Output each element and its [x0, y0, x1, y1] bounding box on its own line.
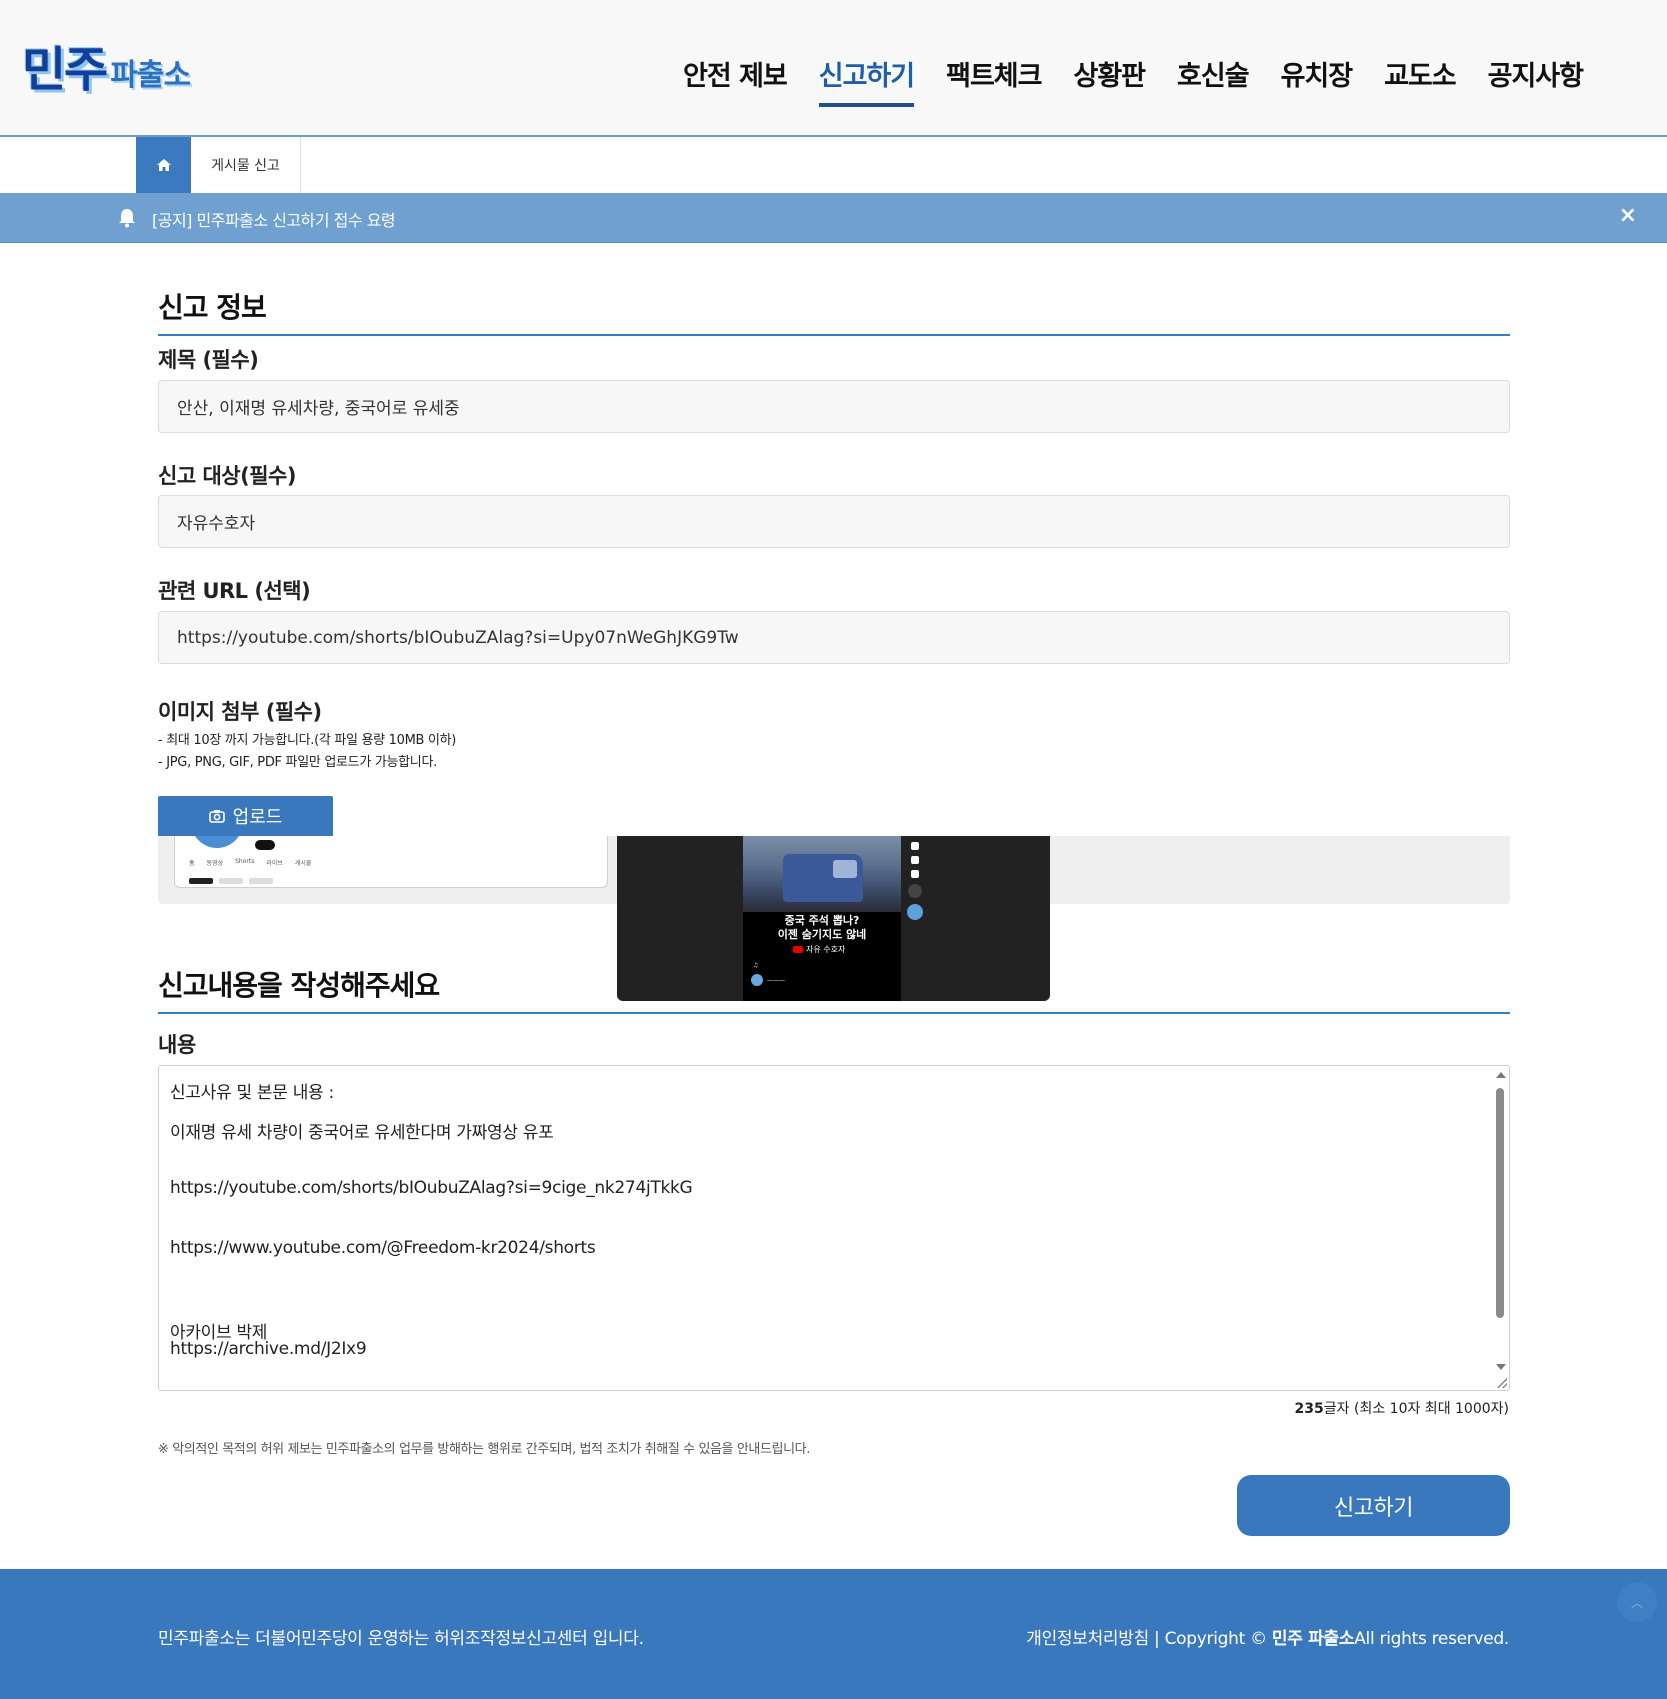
title-label: 제목 (필수): [158, 348, 259, 372]
nav-safety-report[interactable]: 안전 제보: [667, 48, 803, 103]
footer-brand: 민주 파출소: [1271, 1629, 1355, 1649]
channel-tabs: 홈 동영상 Shorts 라이브 게시물: [189, 858, 312, 867]
breadcrumb-home[interactable]: [136, 137, 191, 193]
video-action-icons: [905, 842, 925, 920]
content-line: https://www.youtube.com/@Freedom-kr2024/…: [170, 1238, 596, 1258]
youtube-icon: [793, 946, 803, 953]
chevron-up-icon: ︿: [1630, 1595, 1643, 1610]
channel-avatar: [191, 836, 243, 848]
scroll-to-top-button[interactable]: ︿: [1617, 1582, 1657, 1622]
content-label: 내용: [158, 1033, 196, 1057]
main-nav: 안전 제보 신고하기 팩트체크 상황판 호신술 유치장 교도소 공지사항: [667, 48, 1599, 107]
site-footer: 민주파출소는 더불어민주당이 운영하는 허위조작정보신고센터 입니다. 개인정보…: [0, 1569, 1667, 1699]
char-counter: 235글자 (최소 10자 최대 1000자): [1295, 1398, 1509, 1418]
more-icon: [908, 884, 922, 898]
video-caption: 중국 주석 뽑나? 이젠 숨기지도 않네: [777, 914, 867, 941]
footer-description: 민주파출소는 더불어민주당이 운영하는 허위조작정보신고센터 입니다.: [158, 1629, 644, 1649]
submit-report-button[interactable]: 신고하기: [1237, 1475, 1510, 1536]
logo-sub-text: 파출소: [110, 58, 191, 93]
notice-text[interactable]: [공지] 민주파출소 신고하기 접수 요령: [152, 207, 396, 231]
resize-handle-icon[interactable]: [1497, 1378, 1507, 1388]
url-input[interactable]: https://youtube.com/shorts/bIOubuZAlag?s…: [158, 611, 1510, 664]
target-label: 신고 대상(필수): [158, 464, 296, 488]
content-line: https://archive.md/J2Ix9: [170, 1339, 367, 1359]
upload-button-label: 업로드: [232, 807, 283, 828]
copyright-prefix: Copyright ©: [1164, 1629, 1267, 1649]
nav-fact-check[interactable]: 팩트체크: [930, 48, 1057, 103]
content-line: https://youtube.com/shorts/bIOubuZAlag?s…: [170, 1178, 693, 1198]
channel-avatar-icon: [907, 904, 923, 920]
comment-icon: [911, 856, 919, 864]
close-icon[interactable]: ×: [1619, 203, 1637, 228]
image-help-format: - JPG, PNG, GIF, PDF 파일만 업로드가 가능합니다.: [158, 755, 437, 770]
nav-report[interactable]: 신고하기: [803, 48, 930, 107]
image-help-size: - 최대 10장 까지 가능합니다.(각 파일 용량 10MB 이하): [158, 733, 457, 748]
target-input[interactable]: 자유수호자: [158, 495, 1510, 548]
scroll-up-icon[interactable]: [1496, 1072, 1506, 1078]
nav-prison[interactable]: 교도소: [1368, 48, 1472, 103]
nav-self-defense[interactable]: 호신술: [1161, 48, 1265, 103]
home-icon: [156, 159, 171, 171]
report-info-heading: 신고 정보: [158, 286, 1510, 336]
filter-chips: [189, 878, 273, 884]
content-line: 신고사유 및 본문 내용 :: [170, 1083, 334, 1103]
nav-holding-cell[interactable]: 유치장: [1265, 48, 1369, 103]
content-line: 이재명 유세 차량이 중국어로 유세한다며 가짜영상 유포: [170, 1123, 554, 1143]
notice-bar: [공지] 민주파출소 신고하기 접수 요령 ×: [0, 193, 1667, 243]
content-heading: 신고내용을 작성해주세요: [158, 964, 1510, 1014]
image-attach-label: 이미지 첨부 (필수): [158, 700, 322, 724]
logo-main-text: 민주: [22, 42, 108, 98]
bell-icon: [119, 209, 135, 228]
textarea-scrollbar[interactable]: [1493, 1068, 1507, 1388]
rights-text: All rights reserved.: [1354, 1629, 1509, 1649]
camera-icon: [208, 810, 225, 823]
footer-legal: 개인정보처리방침 | Copyright © 민주 파출소All rights …: [1026, 1624, 1509, 1649]
false-report-warning: ※ 악의적인 목적의 허위 제보는 민주파출소의 업무를 방해하는 행위로 간주…: [158, 1442, 810, 1457]
dislike-icon: [911, 842, 919, 850]
char-count: 235: [1294, 1401, 1324, 1417]
video-channel: 자유 수호자: [793, 944, 845, 955]
title-input[interactable]: 안산, 이재명 유세차량, 중국어로 유세중: [158, 380, 1510, 433]
scroll-down-icon[interactable]: [1496, 1364, 1506, 1370]
share-icon: [911, 870, 919, 878]
video-image: [743, 836, 901, 912]
nav-notices[interactable]: 공지사항: [1472, 48, 1599, 103]
attachment-thumbnail-1[interactable]: 홈 동영상 Shorts 라이브 게시물: [174, 836, 608, 888]
site-header: 민주 파출소 안전 제보 신고하기 팩트체크 상황판 호신술 유치장 교도소 공…: [0, 0, 1667, 137]
privacy-policy-link[interactable]: 개인정보처리방침 |: [1026, 1629, 1160, 1649]
url-label: 관련 URL (선택): [158, 579, 311, 603]
char-limit-text: 글자 (최소 10자 최대 1000자): [1323, 1401, 1509, 1417]
breadcrumb-current: 게시물 신고: [191, 137, 301, 193]
site-logo[interactable]: 민주 파출소: [22, 34, 191, 98]
content-textarea[interactable]: 신고사유 및 본문 내용 : 이재명 유세 차량이 중국어로 유세한다며 가짜영…: [158, 1065, 1510, 1391]
breadcrumb: 게시물 신고: [0, 137, 1667, 193]
nav-status-board[interactable]: 상황판: [1058, 48, 1162, 103]
subscribe-pill: [255, 840, 275, 850]
upload-button[interactable]: 업로드: [158, 796, 333, 836]
scroll-thumb[interactable]: [1496, 1088, 1504, 1318]
